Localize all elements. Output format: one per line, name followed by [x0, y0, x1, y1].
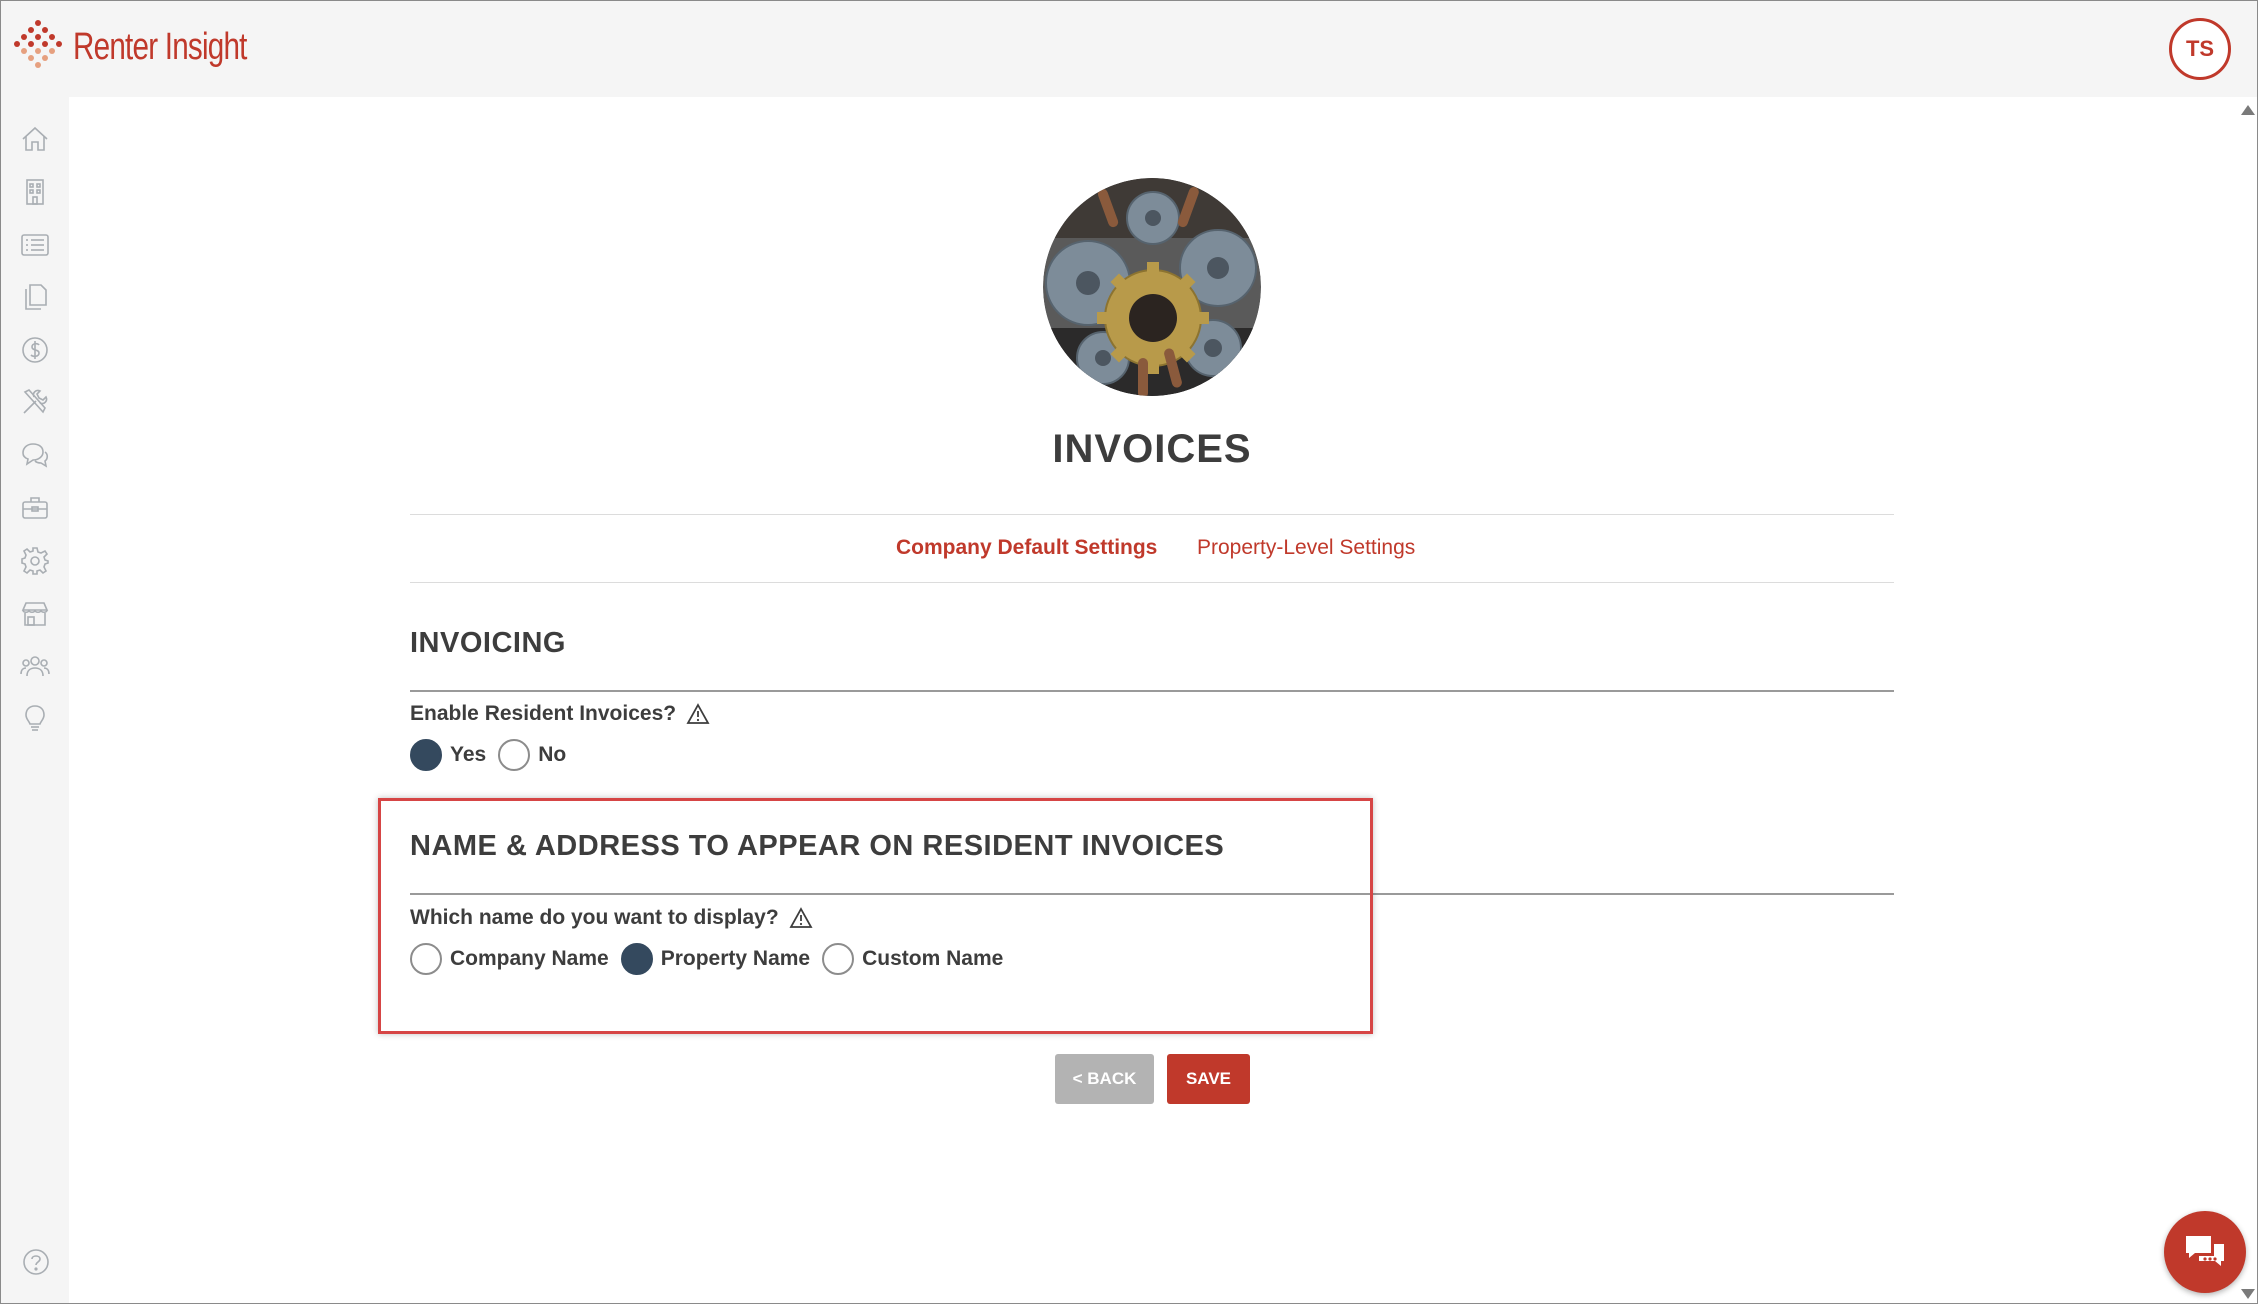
scroll-up-arrow-icon[interactable] [2241, 105, 2255, 115]
gears-illustration-icon [1043, 178, 1261, 396]
tabs-bottom-divider [410, 582, 1894, 583]
page-title: INVOICES [1052, 427, 1252, 471]
back-button[interactable]: < BACK [1055, 1054, 1154, 1104]
enable-invoices-label: Enable Resident Invoices? [410, 702, 710, 726]
tab-property-level-settings[interactable]: Property-Level Settings [1197, 536, 1415, 560]
briefcase-icon [22, 497, 48, 519]
radio-option-yes[interactable]: Yes [410, 739, 486, 771]
app-logo[interactable]: Renter Insight [13, 19, 296, 75]
sidebar [1, 97, 69, 1303]
lightbulb-icon [25, 705, 45, 731]
highlight-annotation-box [378, 798, 1373, 1034]
top-bar: Renter Insight TS [1, 1, 2257, 97]
tab-company-default-settings[interactable]: Company Default Settings [896, 536, 1157, 560]
sidebar-item-ideas[interactable] [17, 701, 53, 737]
sidebar-item-people[interactable] [17, 648, 53, 684]
invoicing-section-divider [410, 690, 1894, 692]
radio-no[interactable] [498, 739, 531, 771]
tabs-top-divider [410, 514, 1894, 515]
sidebar-item-payments[interactable] [17, 332, 53, 368]
documents-icon [25, 284, 47, 310]
sidebar-item-settings[interactable] [17, 543, 53, 579]
building-icon [26, 179, 44, 205]
sidebar-item-vendors[interactable] [17, 596, 53, 632]
dollar-icon [22, 337, 48, 363]
save-button[interactable]: SAVE [1167, 1054, 1250, 1104]
app-window: Renter Insight TS INVOICES Company Defau… [0, 0, 2258, 1304]
enable-invoices-question: Enable Resident Invoices? [410, 702, 677, 725]
invoicing-section-title: INVOICING [410, 627, 566, 659]
invoices-hero-image [1043, 178, 1261, 396]
scroll-down-arrow-icon[interactable] [2241, 1289, 2255, 1299]
radio-option-no[interactable]: No [498, 739, 566, 771]
chat-icon [2186, 1236, 2224, 1266]
help-icon [23, 1249, 49, 1275]
sidebar-item-business[interactable] [17, 490, 53, 526]
chat-widget-button[interactable] [2164, 1211, 2246, 1293]
list-icon [21, 234, 49, 256]
people-icon [20, 656, 50, 677]
app-name: Renter Insight [73, 25, 247, 68]
radio-no-label: No [538, 743, 567, 766]
sidebar-item-properties[interactable] [17, 174, 53, 210]
gear-icon [21, 547, 49, 575]
user-avatar[interactable]: TS [2169, 18, 2231, 80]
sidebar-item-documents[interactable] [17, 279, 53, 315]
tools-icon [23, 389, 48, 414]
vertical-scrollbar[interactable] [2235, 97, 2257, 1303]
radio-yes-label: Yes [450, 743, 487, 766]
warning-icon[interactable] [686, 703, 710, 725]
sidebar-item-lists[interactable] [17, 227, 53, 263]
sidebar-item-maintenance[interactable] [17, 384, 53, 420]
logo-mark-icon [14, 20, 62, 68]
radio-yes[interactable] [410, 739, 442, 771]
enable-invoices-radio-group: Yes No [410, 739, 578, 771]
help-button[interactable] [21, 1247, 51, 1277]
home-icon [22, 126, 48, 151]
sidebar-item-home[interactable] [17, 121, 53, 157]
storefront-icon [21, 602, 49, 626]
